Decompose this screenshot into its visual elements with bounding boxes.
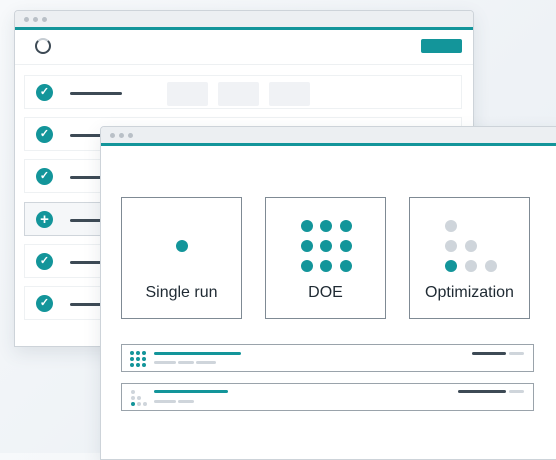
check-icon: ✓ [36,295,53,312]
run-list-item[interactable] [121,383,534,411]
window-control-dot[interactable] [42,16,47,22]
row-chip [218,82,259,106]
row-chip [269,82,310,106]
check-icon: ✓ [36,84,53,101]
item-status-placeholder [509,390,524,393]
window-header [15,30,473,65]
doe-card[interactable]: DOE [265,197,386,319]
item-title-placeholder [154,352,241,355]
item-status-placeholder [458,390,506,393]
item-status-placeholder [509,352,524,355]
plus-icon[interactable]: + [36,211,53,228]
window-control-dot[interactable] [119,132,124,138]
item-meta-placeholder [154,361,176,364]
check-icon: ✓ [36,253,53,270]
item-meta-placeholder [178,361,194,364]
item-title-placeholder [154,390,228,393]
card-label: Optimization [425,284,514,301]
run-list-item[interactable] [121,344,534,372]
window-control-dot[interactable] [128,132,133,138]
window-control-dot[interactable] [110,132,115,138]
new-run-window: Single run DOE Optimization [100,126,556,460]
window-titlebar [101,127,556,143]
item-meta-placeholder [196,361,216,364]
list-item[interactable]: ✓ [24,75,462,109]
window-control-dot[interactable] [24,16,29,22]
check-icon: ✓ [36,168,53,185]
optimization-card[interactable]: Optimization [409,197,530,319]
window-titlebar [15,11,473,27]
window-control-dot[interactable] [33,16,38,22]
accent-divider [101,143,556,146]
single-run-card[interactable]: Single run [121,197,242,319]
item-meta-placeholder [178,400,194,403]
spinner-icon [35,38,51,54]
check-icon: ✓ [36,126,53,143]
item-meta-placeholder [154,400,176,403]
row-chip [167,82,208,106]
primary-action-button[interactable] [421,39,462,53]
row-title-placeholder [70,92,122,95]
card-label: Single run [145,284,218,301]
item-status-placeholder [472,352,506,355]
card-label: DOE [308,284,343,301]
